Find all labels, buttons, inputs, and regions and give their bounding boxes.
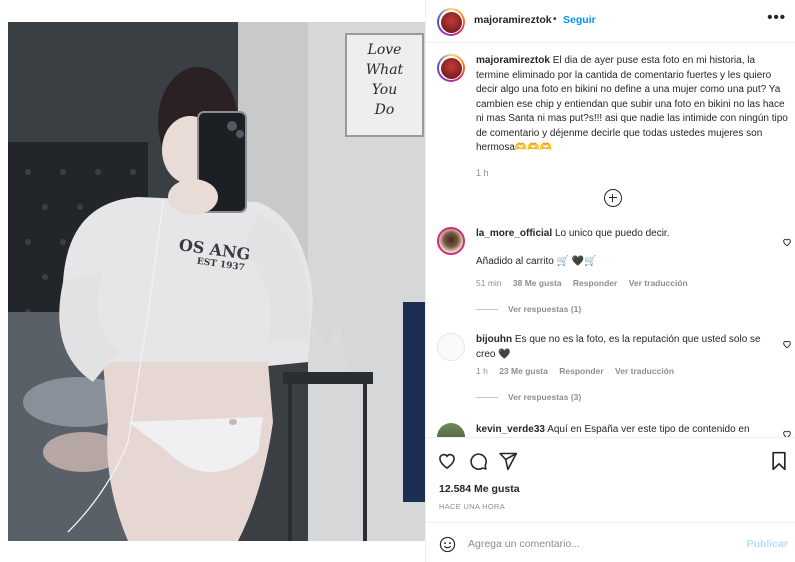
caption-username[interactable]: majoramireztok [476, 55, 550, 66]
view-replies-button[interactable]: Ver respuestas (3) [476, 392, 581, 402]
follow-button[interactable]: Seguir [563, 14, 596, 26]
comment-likes[interactable]: 23 Me gusta [499, 366, 548, 376]
comment-text: la_more_official Lo unico que puedo deci… [476, 227, 766, 242]
add-comment-bar: Publicar [426, 522, 795, 562]
comment-username[interactable]: la_more_official [476, 228, 552, 239]
comment-avatar[interactable] [437, 227, 465, 255]
translate-button[interactable]: Ver traducción [629, 278, 688, 288]
comment-likes[interactable]: 38 Me gusta [513, 278, 562, 288]
comment-body: Es que no es la foto, es la reputación q… [476, 334, 761, 360]
caption-time: 1 h [476, 168, 489, 178]
comment-time: 1 h [476, 366, 488, 376]
comment-body-line: Añadido al carrito 🛒 🖤🛒 [476, 256, 597, 267]
poster-text: Love What You Do [346, 40, 423, 120]
separator-dot: • [553, 14, 557, 25]
heart-icon[interactable] [782, 429, 792, 437]
comment-username[interactable]: kevin_verde33 [476, 424, 545, 435]
poster-line: Do [374, 102, 395, 118]
caption-body: El dia de ayer puse esta foto en mi hist… [476, 55, 788, 153]
comment-input[interactable] [468, 535, 738, 553]
comment-text: kevin_verde33 Aquí en España ver este ti… [476, 423, 766, 437]
comment-avatar[interactable] [437, 423, 465, 437]
reply-button[interactable]: Responder [573, 278, 617, 288]
author-username[interactable]: majoramireztok [474, 14, 552, 26]
instagram-post-view: Love What You Do OS ANG EST 1937 majoram… [0, 0, 795, 562]
heart-icon[interactable] [782, 339, 792, 349]
comment-body: Lo unico que puedo decir. [554, 228, 670, 239]
bookmark-icon[interactable] [770, 451, 788, 471]
post-timestamp: HACE UNA HORA [439, 502, 505, 511]
comment-time: 51 min [476, 278, 502, 288]
comment-meta: 1 h 23 Me gusta Responder Ver traducción [476, 366, 683, 376]
reply-button[interactable]: Responder [559, 366, 603, 376]
poster-line: Love [367, 42, 402, 58]
view-replies-button[interactable]: Ver respuestas (1) [476, 304, 581, 314]
comment-item: kevin_verde33 Aquí en España ver este ti… [437, 423, 792, 437]
comment-meta: 51 min 38 Me gusta Responder Ver traducc… [476, 278, 697, 288]
comment-body: Aquí en España ver este tipo de contenid… [547, 424, 750, 435]
emoji-icon[interactable] [439, 536, 456, 553]
post-actions: 12.584 Me gusta HACE UNA HORA [426, 437, 795, 522]
caption-avatar[interactable] [437, 54, 465, 82]
poster-line: You [371, 82, 398, 98]
post-header: majoramireztok • Seguir ••• [426, 0, 795, 43]
caption-text-block: majoramireztok El dia de ayer puse esta … [476, 54, 788, 156]
comment-bubble-icon[interactable] [468, 451, 488, 471]
comments-scroll-area[interactable]: majoramireztok El dia de ayer puse esta … [426, 43, 795, 437]
photo-area: Love What You Do OS ANG EST 1937 [0, 0, 425, 562]
load-more-comments-icon[interactable] [604, 189, 622, 207]
comment-avatar[interactable] [437, 333, 465, 361]
comment-item: la_more_official Lo unico que puedo deci… [437, 227, 792, 327]
like-heart-icon[interactable] [437, 451, 457, 471]
more-options-icon[interactable]: ••• [767, 9, 786, 26]
share-plane-icon[interactable] [498, 451, 518, 471]
post-details-panel: majoramireztok • Seguir ••• majoramirezt… [425, 0, 795, 562]
comment-username[interactable]: bijouhn [476, 334, 512, 345]
heart-icon[interactable] [782, 237, 792, 247]
comment-text: bijouhn Es que no es la foto, es la repu… [476, 333, 766, 362]
poster-line: What [365, 62, 404, 78]
comment-item: bijouhn Es que no es la foto, es la repu… [437, 333, 792, 413]
replies-line [476, 309, 498, 311]
replies-line [476, 397, 498, 399]
post-photo[interactable]: Love What You Do OS ANG EST 1937 [8, 22, 425, 541]
translate-button[interactable]: Ver traducción [615, 366, 674, 376]
likes-count[interactable]: 12.584 Me gusta [439, 483, 520, 495]
publish-button[interactable]: Publicar [747, 538, 788, 550]
avatar[interactable] [437, 8, 465, 36]
